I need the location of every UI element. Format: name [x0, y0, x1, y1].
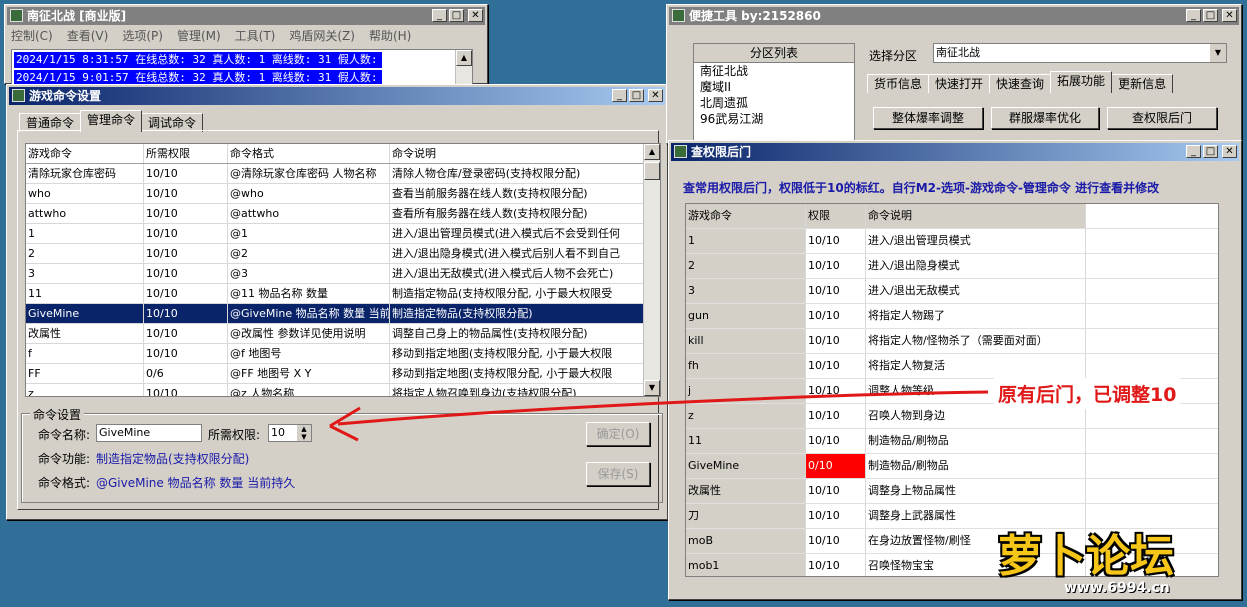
watermark-logo: 萝卜论坛 — [998, 531, 1174, 582]
annotation-arrow-line — [337, 390, 989, 426]
tab-admin-commands[interactable]: 管理命令 — [80, 110, 143, 132]
tab-extensions[interactable]: 拓展功能 — [1050, 71, 1113, 93]
annotation-label: 原有后门，已调整10 — [994, 378, 1181, 409]
watermark-url: www.6994.cn — [1064, 580, 1170, 596]
